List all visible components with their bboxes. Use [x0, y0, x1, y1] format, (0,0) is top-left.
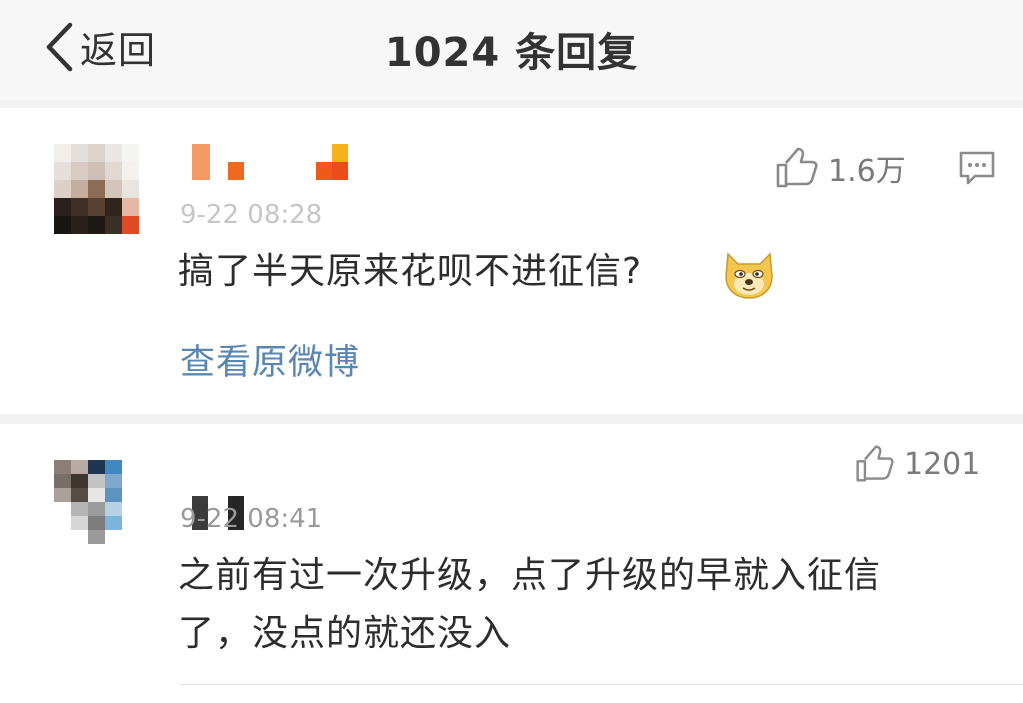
username[interactable]	[190, 460, 370, 500]
like-button[interactable]: 1.6万	[774, 146, 906, 190]
comment-card: 9-22 08:41 1201 之前有过一次升级，点了升级的早就入征信 了，没点…	[0, 424, 1023, 703]
comment-button[interactable]	[958, 150, 996, 190]
comment-time: 9-22 08:28	[180, 200, 323, 230]
doge-emoji	[722, 246, 776, 304]
navigation-bar: 返回 1024 条回复	[0, 0, 1023, 100]
divider	[180, 684, 1023, 685]
comment-card: 9-22 08:28 1.6万 搞了半天原来花呗不进征信? 查看原微博	[0, 108, 1023, 414]
view-original-link[interactable]: 查看原微博	[180, 334, 360, 385]
like-count: 1201	[904, 446, 981, 482]
thumbs-up-icon	[776, 147, 818, 188]
page-title: 1024 条回复	[384, 30, 639, 76]
thumbs-up-icon	[856, 445, 894, 482]
like-count: 1.6万	[828, 154, 906, 189]
like-button[interactable]: 1201	[854, 444, 980, 484]
username[interactable]	[190, 144, 370, 184]
avatar[interactable]	[54, 460, 139, 544]
comment-time: 9-22 08:41	[180, 504, 323, 534]
comment-text-line: 之前有过一次升级，点了升级的早就入征信	[178, 555, 882, 596]
comment-text-line: 了，没点的就还没入	[178, 613, 512, 654]
comment-icon	[959, 151, 995, 185]
avatar[interactable]	[54, 144, 139, 234]
comment-text: 搞了半天原来花呗不进征信?	[178, 251, 643, 292]
